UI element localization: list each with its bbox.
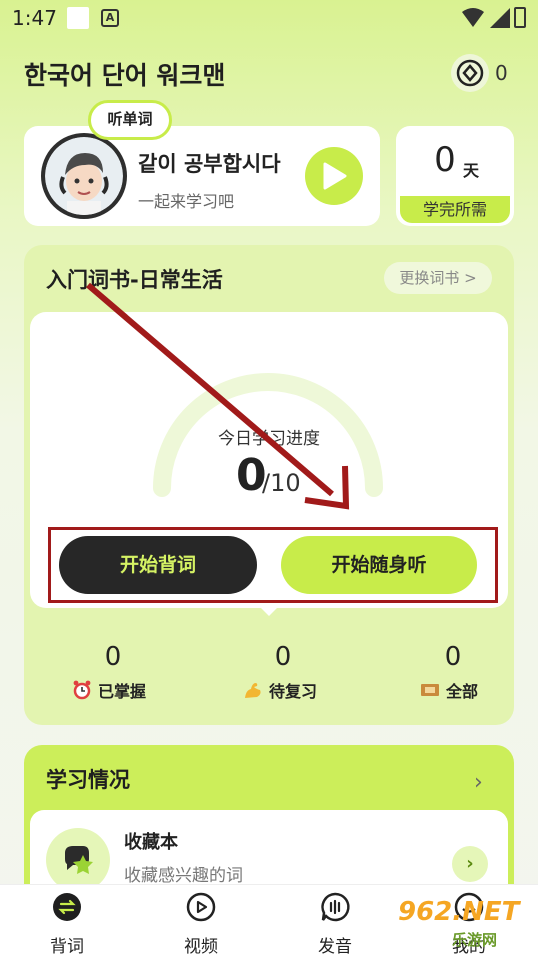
coin-count: 0	[495, 61, 508, 85]
card-pointer	[259, 606, 279, 616]
nav-label: 背词	[50, 937, 84, 957]
mastered-stat[interactable]: 已掌握	[72, 678, 146, 702]
star-chat-icon	[65, 846, 93, 874]
flexed-arm-icon	[245, 683, 261, 698]
days-needed-label: 学完所需	[400, 196, 510, 223]
progress-label: 今日学习进度	[218, 429, 320, 449]
notification-square-icon	[67, 7, 89, 29]
nav-tab-pronunciation[interactable]: 发音	[300, 892, 370, 957]
total-stat[interactable]: 全部	[420, 678, 478, 702]
total-label: 全部	[446, 682, 479, 701]
listen-words-bubble: 听单词	[88, 100, 172, 140]
nav-label: 发音	[318, 937, 352, 957]
coin-icon	[456, 59, 484, 87]
profile-title: 같이 공부합시다	[138, 152, 281, 176]
progress-total: /10	[262, 469, 301, 497]
favorites-icon-wrap	[46, 828, 110, 892]
status-time: 1:47	[12, 6, 57, 30]
total-count: 0	[444, 642, 462, 672]
notification-app-icon: A	[101, 9, 119, 27]
chevron-right-icon[interactable]: ›	[474, 770, 483, 795]
annotation-highlight-box	[48, 527, 498, 603]
favorites-title: 收藏本	[124, 832, 178, 853]
study-title: 学习情况	[46, 768, 130, 792]
wordbook-title: 入门词书-日常生活	[46, 268, 223, 292]
watermark-sub: 乐游网	[452, 931, 498, 949]
favorites-subtitle: 收藏感兴趣的词	[124, 866, 243, 886]
nav-label: 视频	[184, 937, 218, 957]
battery-icon	[514, 7, 526, 28]
app-title: 한국어 단어 워크맨	[24, 61, 226, 90]
play-button[interactable]	[305, 147, 363, 205]
avatar	[41, 133, 127, 219]
nav-tab-memorize[interactable]: 背词	[32, 892, 102, 957]
signal-icon	[490, 8, 510, 28]
wifi-icon	[462, 8, 484, 27]
mastered-count: 0	[104, 642, 122, 672]
review-count: 0	[274, 642, 292, 672]
mastered-label: 已掌握	[98, 682, 147, 701]
profile-subtitle: 一起来学习吧	[138, 192, 235, 211]
days-needed-value: 0	[434, 140, 456, 180]
coin-button[interactable]	[451, 54, 489, 92]
video-play-icon	[186, 892, 216, 922]
swap-icon	[53, 893, 81, 921]
watermark-logo: 962.NET	[398, 897, 520, 927]
review-label: 待复习	[269, 682, 318, 701]
alarm-clock-icon	[73, 680, 91, 700]
days-unit: 天	[463, 161, 480, 180]
nav-tab-video[interactable]: 视频	[166, 892, 236, 957]
speech-bubble-icon	[321, 892, 350, 922]
favorites-go-button[interactable]: ›	[452, 846, 488, 882]
change-wordbook-button[interactable]: 更换词书 >	[384, 262, 492, 294]
ticket-icon	[421, 684, 439, 696]
play-icon	[323, 162, 347, 190]
review-stat[interactable]: 待复习	[243, 678, 317, 702]
